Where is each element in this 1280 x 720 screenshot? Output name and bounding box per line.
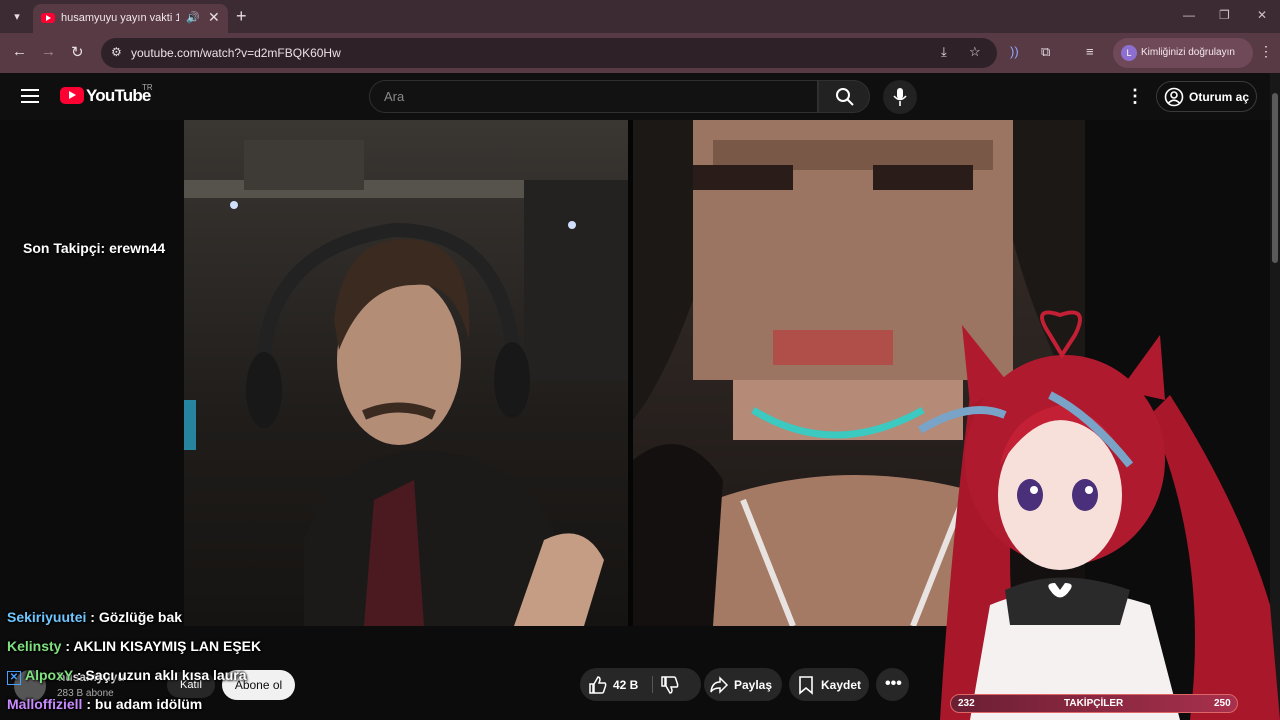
signin-button[interactable]: Oturum aç — [1156, 81, 1257, 112]
follower-goal: 250 — [1214, 698, 1231, 709]
browser-tab-bar: ▾ husamyuyu yayın vakti 12 - 🔊 ✕ + — ❐ ✕ — [0, 0, 1280, 33]
chat-user: Malloffiziell — [7, 696, 83, 712]
chat-line: Sekiriyuutei : Gözlüğe bak — [7, 609, 182, 625]
maximize-icon[interactable]: ❐ — [1219, 8, 1230, 22]
tab-audio-icon[interactable]: 🔊 — [186, 11, 200, 24]
reading-list-icon[interactable]: ≡ — [1086, 44, 1094, 59]
profile-button[interactable]: L Kimliğinizi doğrulayın — [1113, 38, 1253, 68]
pill-divider — [652, 676, 653, 693]
browser-tab-active[interactable]: husamyuyu yayın vakti 12 - 🔊 ✕ — [33, 4, 228, 33]
chat-line: ✕ AlpoxY : Saçı uzun aklı kısa laura — [7, 667, 247, 685]
follower-current: 232 — [958, 698, 975, 709]
search-box[interactable] — [369, 80, 818, 113]
left-webcam-feed — [184, 120, 628, 626]
save-label: Kaydet — [821, 678, 862, 692]
share-label: Paylaş — [734, 678, 773, 692]
bookmark-icon — [799, 676, 813, 695]
chat-line: Kelinsty : AKLIN KISAYMIŞ LAN EŞEK — [7, 638, 261, 654]
tab-close-icon[interactable]: ✕ — [208, 9, 220, 26]
like-thumb-icon[interactable] — [588, 675, 608, 695]
more-dots-icon: ••• — [885, 675, 902, 692]
dislike-thumb-icon[interactable] — [660, 675, 680, 695]
youtube-masthead: YouTube TR ⋮ Oturum aç — [0, 73, 1280, 120]
site-info-icon[interactable]: ⚙ — [111, 45, 122, 59]
forward-arrow-icon[interactable]: → — [41, 43, 56, 60]
platform-badge-icon: ✕ — [7, 671, 21, 685]
voice-search-button[interactable] — [883, 80, 917, 114]
like-count[interactable]: 42 B — [613, 678, 638, 692]
account-circle-icon — [1164, 87, 1184, 107]
more-actions-button[interactable]: ••• — [876, 668, 909, 701]
reload-icon[interactable]: ↻ — [71, 43, 84, 61]
extensions-puzzle-icon[interactable]: ⧉ — [1041, 44, 1050, 60]
chat-user: Sekiriyuutei — [7, 609, 87, 625]
extension-wave-icon[interactable]: )) — [1010, 44, 1019, 59]
like-dislike-group: 42 B — [580, 668, 701, 701]
search-input[interactable] — [384, 89, 784, 104]
window-close-icon[interactable]: ✕ — [1257, 8, 1267, 22]
youtube-favicon-icon — [41, 13, 55, 23]
scrollbar-thumb[interactable] — [1272, 93, 1278, 263]
bookmark-star-icon[interactable]: ☆ — [969, 44, 981, 60]
signin-label: Oturum aç — [1189, 90, 1250, 104]
save-button[interactable]: Kaydet — [789, 668, 869, 701]
settings-kebab-icon[interactable]: ⋮ — [1126, 86, 1144, 107]
chat-message: : Saçı uzun aklı kısa laura — [72, 667, 247, 683]
chat-user: Kelinsty — [7, 638, 62, 654]
search-icon — [836, 88, 854, 106]
chat-user: AlpoxY — [25, 667, 73, 683]
url-text[interactable]: youtube.com/watch?v=d2mFBQK60Hw — [131, 46, 341, 60]
share-button[interactable]: Paylaş — [704, 668, 782, 701]
search-button[interactable] — [818, 80, 870, 113]
install-app-icon[interactable]: ⤓ — [941, 44, 947, 60]
last-follower-label: Son Takipçi: erewn44 — [23, 240, 166, 256]
minimize-icon[interactable]: — — [1183, 8, 1195, 22]
microphone-icon — [893, 88, 907, 106]
youtube-logo-icon[interactable] — [60, 87, 84, 104]
tab-list-chevron-icon[interactable]: ▾ — [6, 6, 28, 28]
share-arrow-icon — [710, 676, 729, 694]
chat-line: Malloffiziell : bu adam idölüm — [7, 696, 202, 712]
follower-goal-bar: 232 TAKİPÇİLER 250 — [950, 694, 1238, 713]
address-bar[interactable]: ⚙ youtube.com/watch?v=d2mFBQK60Hw ⤓ ☆ — [101, 38, 997, 68]
profile-label: Kimliğinizi doğrulayın — [1141, 47, 1235, 58]
youtube-logo-text[interactable]: YouTube — [86, 86, 151, 106]
chat-message: : AKLIN KISAYMIŞ LAN EŞEK — [61, 638, 262, 654]
hamburger-menu-icon[interactable] — [21, 89, 39, 103]
back-arrow-icon[interactable]: ← — [12, 43, 27, 60]
vtuber-avatar — [917, 310, 1280, 720]
chat-message: : Gözlüğe bak — [86, 609, 183, 625]
chat-message: : bu adam idölüm — [82, 696, 203, 712]
region-code: TR — [142, 83, 153, 92]
browser-toolbar: ← → ↻ ⚙ youtube.com/watch?v=d2mFBQK60Hw … — [0, 33, 1280, 73]
profile-avatar: L — [1121, 45, 1137, 61]
browser-menu-icon[interactable]: ⋮ — [1259, 43, 1273, 60]
follower-label: TAKİPÇİLER — [1064, 698, 1124, 709]
tab-title: husamyuyu yayın vakti 12 - — [61, 12, 179, 24]
new-tab-plus-icon[interactable]: + — [236, 6, 247, 27]
streamer-silhouette — [184, 140, 628, 626]
